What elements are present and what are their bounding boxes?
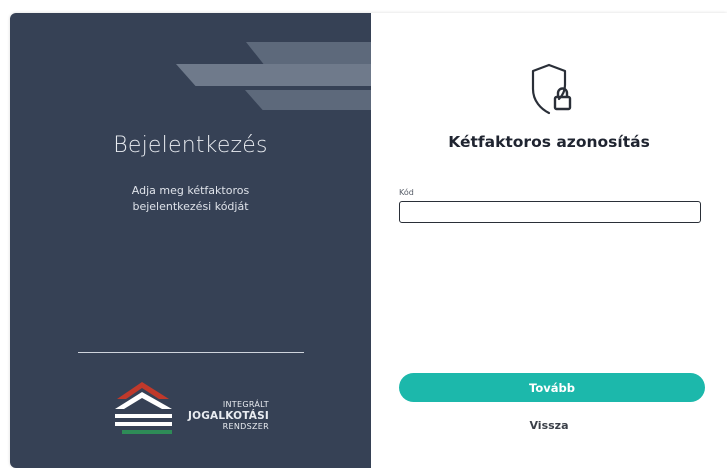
decorative-stripe bbox=[245, 90, 371, 110]
code-input[interactable] bbox=[399, 201, 701, 223]
back-link[interactable]: Vissza bbox=[371, 419, 727, 432]
right-panel: Kétfaktoros azonosítás Kód Tovább Vissza bbox=[371, 13, 727, 468]
logo-line: INTEGRÁLT bbox=[222, 400, 269, 409]
subtitle-line: Adja meg kétfaktoros bbox=[131, 184, 250, 197]
shield-lock-icon bbox=[531, 63, 572, 115]
subtitle-line: bejelentkezési kódját bbox=[132, 200, 249, 213]
divider bbox=[78, 352, 304, 353]
decorative-stripe bbox=[246, 42, 371, 64]
ijr-logo: INTEGRÁLT JOGALKOTÁSI RENDSZER bbox=[114, 379, 284, 439]
next-button[interactable]: Tovább bbox=[399, 373, 705, 402]
two-factor-title: Kétfaktoros azonosítás bbox=[448, 133, 650, 151]
logo-text: INTEGRÁLT JOGALKOTÁSI RENDSZER bbox=[183, 400, 269, 432]
ijr-logo-icon bbox=[115, 382, 172, 434]
decorative-stripe bbox=[176, 64, 371, 86]
login-card: Bejelentkezés Adja meg kétfaktoros bejel… bbox=[10, 13, 727, 468]
left-panel: Bejelentkezés Adja meg kétfaktoros bejel… bbox=[10, 13, 371, 468]
logo-line: RENDSZER bbox=[222, 422, 269, 431]
page-subtitle: Adja meg kétfaktoros bejelentkezési kódj… bbox=[10, 183, 371, 215]
code-field-label: Kód bbox=[399, 188, 414, 197]
page-title: Bejelentkezés bbox=[113, 133, 268, 158]
logo-line: JOGALKOTÁSI bbox=[187, 410, 269, 422]
